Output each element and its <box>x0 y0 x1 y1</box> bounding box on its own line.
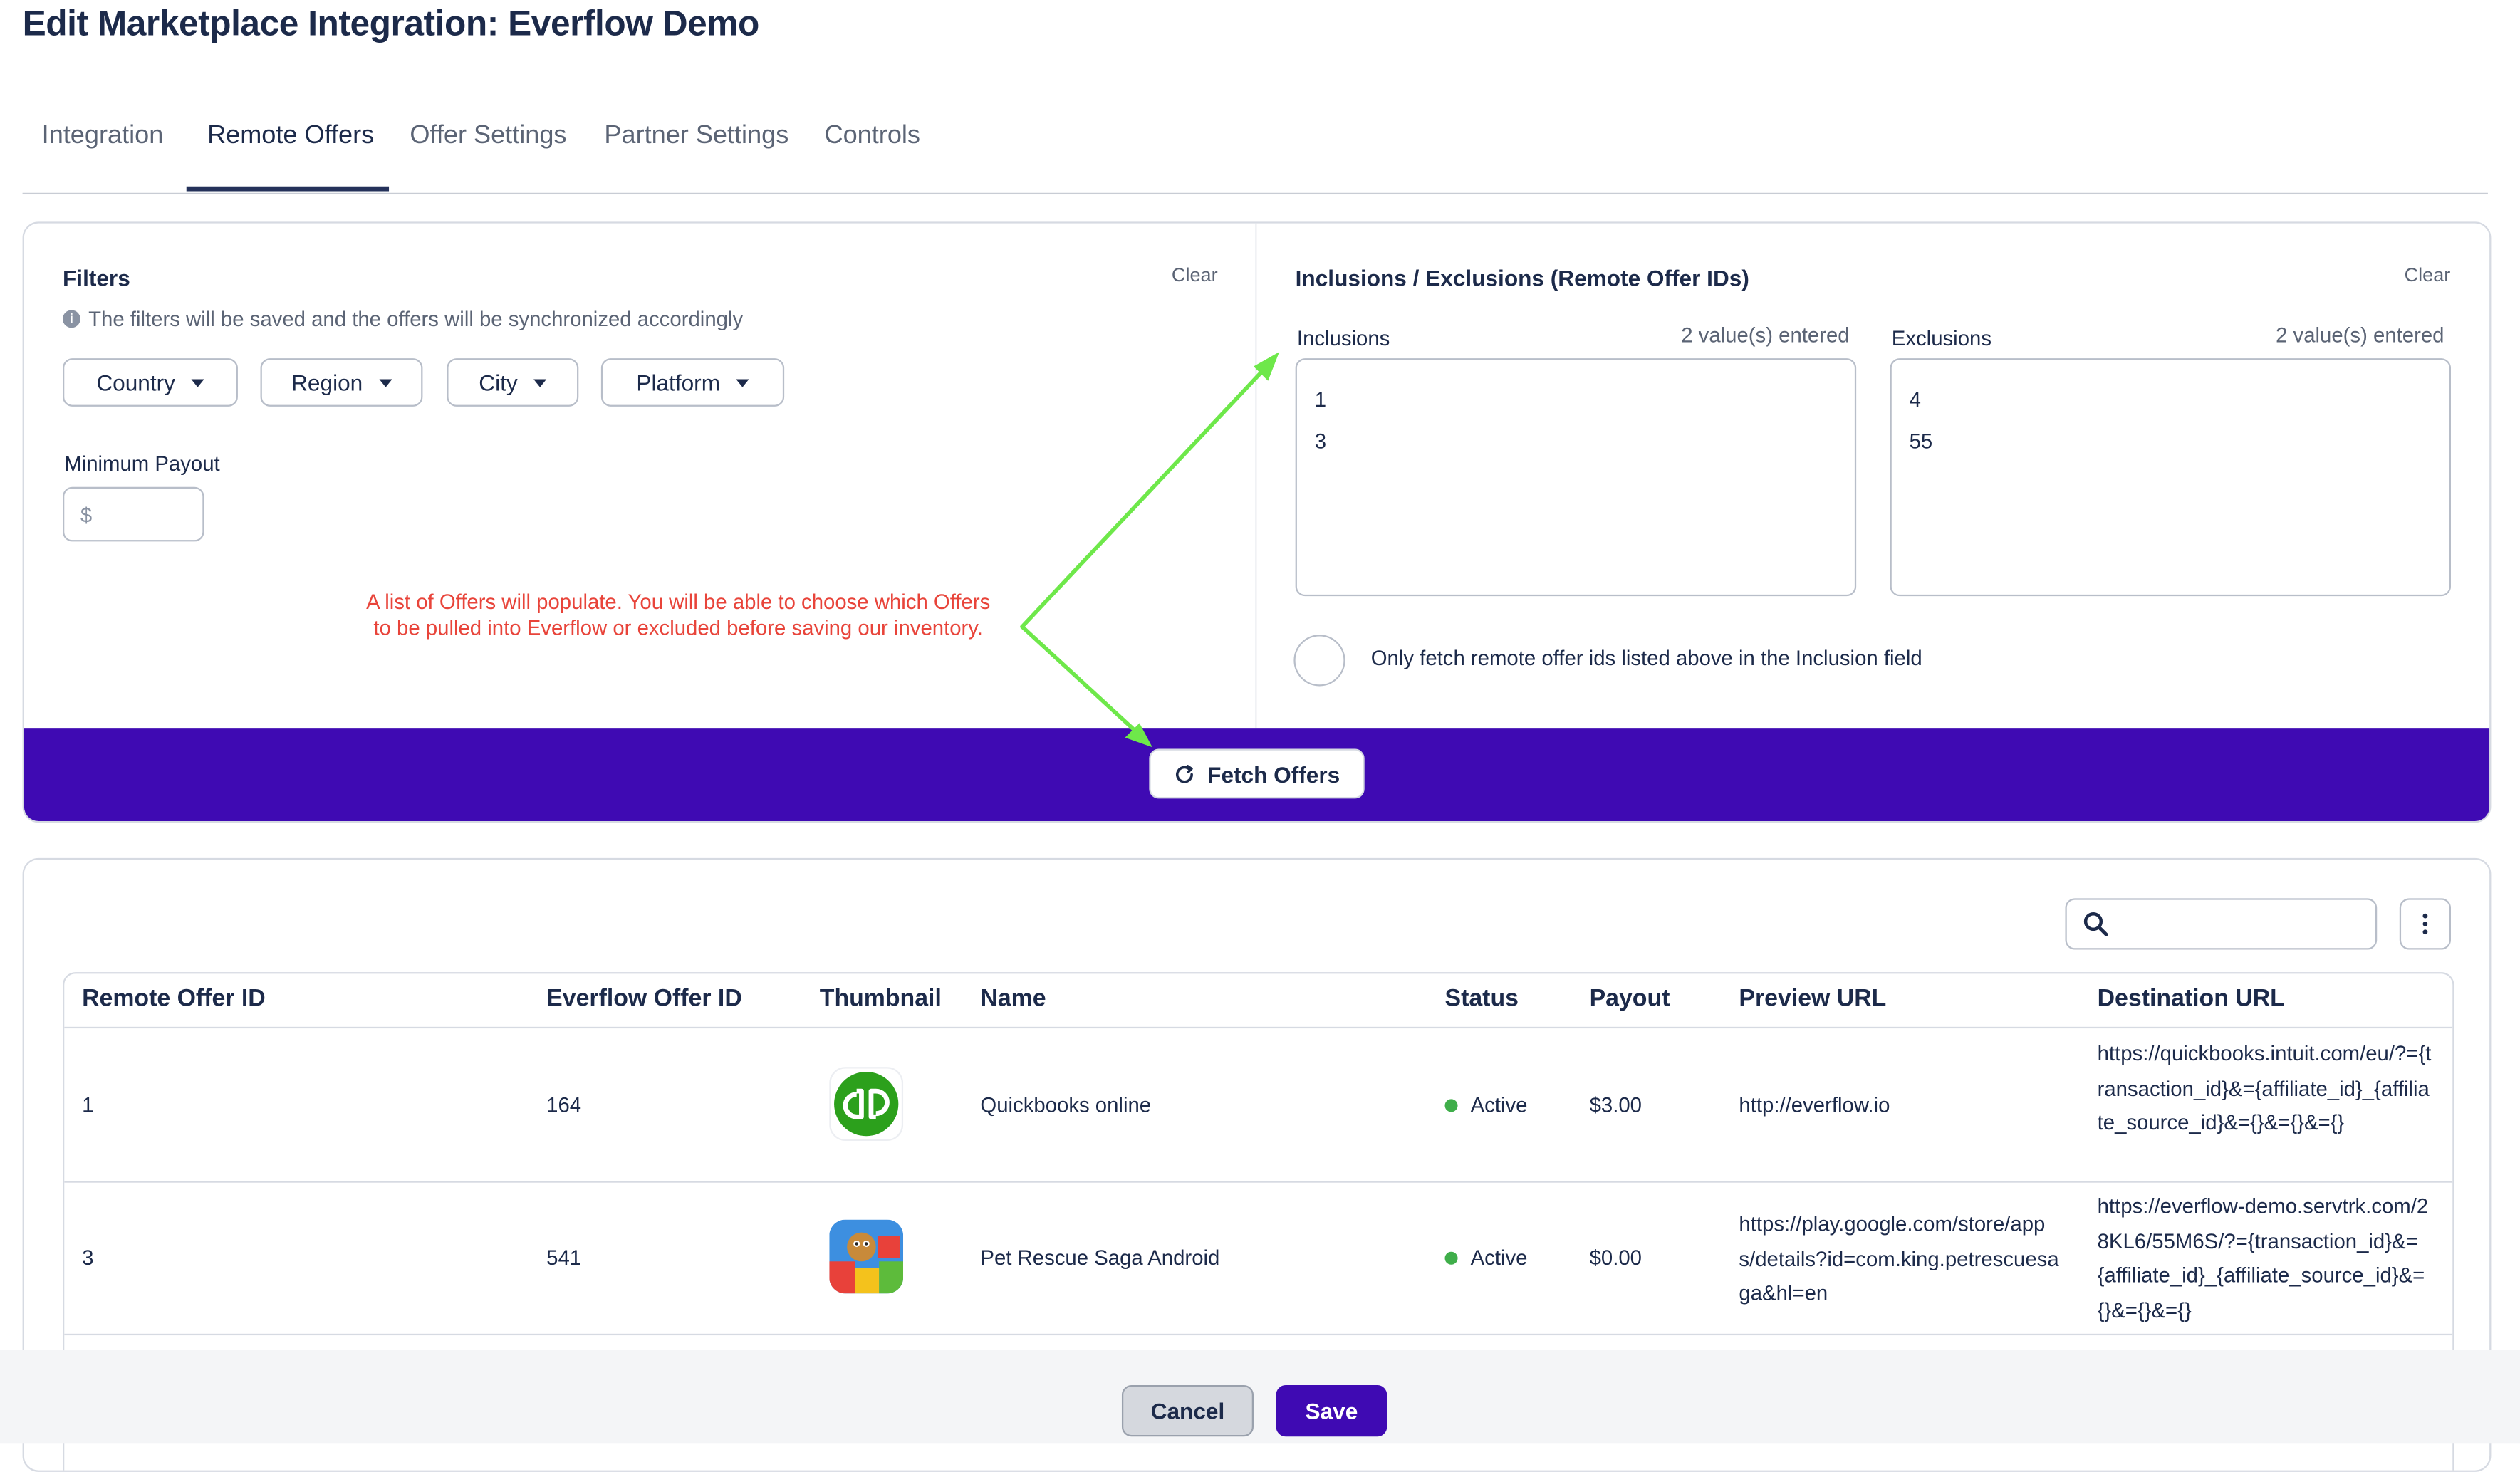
remote-offers-filter-card: Filters Clear i The filters will be save… <box>22 221 2492 823</box>
filters-clear-link[interactable]: Clear <box>1172 263 1218 286</box>
status-dot-icon <box>1444 1251 1458 1264</box>
filters-info: i The filters will be saved and the offe… <box>62 306 744 331</box>
chevron-down-icon <box>191 378 204 387</box>
remote-offer-id: 1 <box>82 1092 94 1117</box>
platform-filter-button[interactable]: Platform <box>600 358 785 407</box>
inclusions-exclusions-clear-link[interactable]: Clear <box>2405 263 2451 286</box>
preview-url[interactable]: http://everflow.io <box>1739 1028 1890 1181</box>
active-tab-indicator <box>186 186 390 192</box>
status-dot-icon <box>1444 1098 1458 1112</box>
only-fetch-label: Only fetch remote offer ids listed above… <box>1370 646 1922 670</box>
chevron-down-icon <box>378 378 392 387</box>
tab-bar: Integration Remote Offers Offer Settings… <box>22 113 2488 195</box>
column-header[interactable]: Thumbnail <box>820 985 942 1012</box>
offer-name: Quickbooks online <box>980 1092 1152 1117</box>
table-row[interactable]: 3 541 Pet Rescue Saga Android Active $0.… <box>64 1181 2453 1336</box>
tab-partner-settings[interactable]: Partner Settings <box>604 122 788 151</box>
tab-offer-settings[interactable]: Offer Settings <box>410 122 566 151</box>
column-header[interactable]: Preview URL <box>1739 985 1886 1012</box>
tab-integration[interactable]: Integration <box>42 122 164 151</box>
filters-info-text: The filters will be saved and the offers… <box>88 306 744 331</box>
chevron-down-icon <box>533 378 547 387</box>
cancel-button[interactable]: Cancel <box>1121 1385 1254 1437</box>
payout: $0.00 <box>1589 1245 1642 1270</box>
column-header[interactable]: Name <box>980 985 1046 1012</box>
status-text: Active <box>1470 1245 1528 1270</box>
inclusions-textarea[interactable]: 1 3 <box>1295 358 1857 597</box>
column-header[interactable]: Payout <box>1590 985 1670 1012</box>
refresh-icon <box>1176 763 1194 783</box>
exclusions-count: 2 value(s) entered <box>2276 323 2444 348</box>
region-filter-button[interactable]: Region <box>260 358 423 407</box>
save-button[interactable]: Save <box>1276 1385 1387 1437</box>
exclusions-label: Exclusions <box>1891 326 1991 350</box>
column-header[interactable]: Everflow Offer ID <box>546 985 742 1012</box>
table-header: Remote Offer ID Everflow Offer ID Thumbn… <box>64 973 2453 1029</box>
region-filter-label: Region <box>291 369 363 396</box>
destination-url[interactable]: https://everflow-demo.servtrk.com/28KL6/… <box>2098 1189 2435 1327</box>
preview-url[interactable]: https://play.google.com/store/apps/detai… <box>1739 1207 2060 1311</box>
exclusion-value: 55 <box>1909 429 1933 454</box>
minimum-payout-label: Minimum Payout <box>64 451 220 476</box>
filters-title: Filters <box>62 265 130 291</box>
remote-offer-id: 3 <box>82 1245 94 1270</box>
status-badge: Active <box>1444 1028 1528 1181</box>
city-filter-button[interactable]: City <box>447 358 579 407</box>
page-root: Edit Marketplace Integration: Everflow D… <box>0 0 2520 1472</box>
country-filter-label: Country <box>96 369 175 396</box>
minimum-payout-placeholder: $ <box>80 502 93 526</box>
destination-url[interactable]: https://quickbooks.intuit.com/eu/?={tran… <box>2098 1036 2435 1140</box>
city-filter-label: City <box>479 369 518 396</box>
column-header[interactable]: Remote Offer ID <box>82 985 266 1012</box>
pet-rescue-saga-icon <box>829 1219 904 1294</box>
status-text: Active <box>1470 1092 1528 1117</box>
annotation-line-2: to be pulled into Everflow or excluded b… <box>373 615 983 640</box>
column-header[interactable]: Destination URL <box>2098 985 2285 1012</box>
exclusion-value: 4 <box>1909 387 1921 412</box>
annotation-note: A list of Offers will populate. You will… <box>333 590 1024 641</box>
inclusion-value: 3 <box>1314 429 1327 454</box>
search-input[interactable] <box>2065 898 2378 950</box>
footer-bar: Cancel Save <box>0 1350 2520 1444</box>
inclusions-count: 2 value(s) entered <box>1681 323 1850 348</box>
tab-remote-offers[interactable]: Remote Offers <box>207 122 374 151</box>
platform-filter-label: Platform <box>636 369 721 396</box>
fetch-bar: Fetch Offers <box>24 728 2490 822</box>
fetch-offers-label: Fetch Offers <box>1207 761 1340 787</box>
only-fetch-radio[interactable] <box>1293 635 1345 687</box>
tab-controls[interactable]: Controls <box>825 122 920 151</box>
annotation-line-1: A list of Offers will populate. You will… <box>366 590 991 614</box>
fetch-offers-button[interactable]: Fetch Offers <box>1149 748 1365 799</box>
inclusions-exclusions-title: Inclusions / Exclusions (Remote Offer ID… <box>1295 265 1749 291</box>
inclusion-value: 1 <box>1314 387 1327 412</box>
everflow-offer-id: 541 <box>546 1245 582 1270</box>
status-badge: Active <box>1444 1181 1528 1333</box>
more-options-button[interactable] <box>2399 898 2452 950</box>
section-divider <box>1255 223 1257 729</box>
table-row[interactable]: 1 164 Quickbooks online Active $3.00 htt… <box>64 1028 2453 1183</box>
kebab-menu-icon <box>2422 913 2428 935</box>
inclusions-label: Inclusions <box>1296 326 1390 350</box>
chevron-down-icon <box>736 378 749 387</box>
country-filter-button[interactable]: Country <box>62 358 238 407</box>
search-icon <box>2083 912 2108 936</box>
quickbooks-logo-icon <box>829 1067 904 1142</box>
page-title: Edit Marketplace Integration: Everflow D… <box>22 3 760 43</box>
everflow-offer-id: 164 <box>546 1092 582 1117</box>
exclusions-textarea[interactable]: 4 55 <box>1890 358 2452 597</box>
column-header[interactable]: Status <box>1445 985 1519 1012</box>
info-icon: i <box>62 310 80 328</box>
payout: $3.00 <box>1589 1092 1642 1117</box>
minimum-payout-input[interactable]: $ <box>62 486 204 542</box>
offer-name: Pet Rescue Saga Android <box>980 1245 1220 1270</box>
